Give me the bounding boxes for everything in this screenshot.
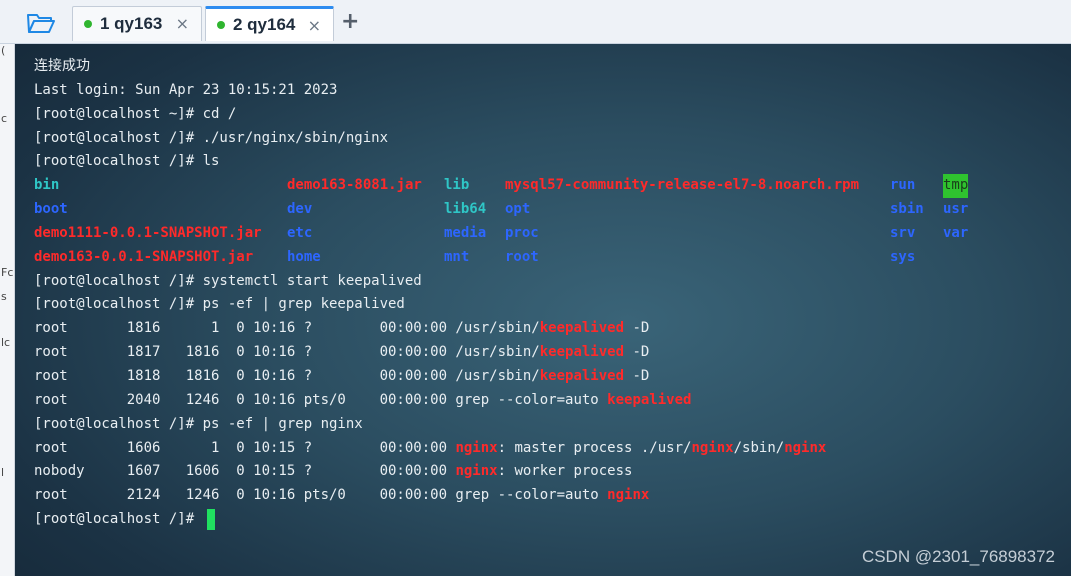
ls-entry: root (505, 248, 539, 265)
ls-row: demo163-0.0.1-SNAPSHOT.jar home mnt root… (34, 246, 915, 270)
sliver-text: lc (1, 336, 11, 349)
grep-match: nginx (784, 439, 827, 456)
ps-text: /sbin/ (733, 439, 785, 456)
ls-row: boot dev lib64 opt sbin usr (34, 198, 968, 222)
ls-entry: home (287, 248, 321, 265)
ls-entry: tmp (943, 174, 969, 199)
ls-entry: proc (505, 224, 539, 241)
ps-text: root 1818 1816 0 10:16 ? 00:00:00 /usr/s… (34, 367, 540, 384)
ps-line: root 1817 1816 0 10:16 ? 00:00:00 /usr/s… (34, 341, 826, 365)
open-folder-button[interactable] (24, 10, 58, 36)
folder-open-icon (27, 14, 55, 33)
terminal-line: [root@localhost ~]# cd / (34, 105, 237, 122)
ls-entry: bin (34, 177, 60, 194)
ls-entry: demo1111-0.0.1-SNAPSHOT.jar (34, 224, 262, 241)
text-cursor (206, 508, 215, 530)
ps-line: nobody 1607 1606 0 10:15 ? 00:00:00 ngin… (34, 460, 826, 484)
ps-text: -D (624, 367, 650, 384)
ls-entry: run (890, 177, 916, 194)
terminal-panel[interactable]: 连接成功 Last login: Sun Apr 23 10:15:21 202… (15, 44, 1071, 576)
terminal-output: 连接成功 Last login: Sun Apr 23 10:15:21 202… (34, 55, 969, 532)
grep-match: keepalived (539, 320, 625, 337)
ls-row: demo1111-0.0.1-SNAPSHOT.jar etc media pr… (34, 222, 968, 246)
terminal-line: [root@localhost /]# ./usr/nginx/sbin/ngi… (34, 129, 389, 146)
ps-text: root 1606 1 0 10:15 ? 00:00:00 (34, 439, 456, 456)
terminal-line: [root@localhost /]# systemctl start keep… (34, 272, 422, 289)
ls-entry: mnt (444, 248, 470, 265)
ls-entry: boot (34, 201, 68, 218)
sliver-text: c (1, 112, 8, 125)
ls-entry: dev (287, 201, 313, 218)
ps-line: root 1818 1816 0 10:16 ? 00:00:00 /usr/s… (34, 365, 826, 389)
ps-line: root 1816 1 0 10:16 ? 00:00:00 /usr/sbin… (34, 317, 826, 341)
sliver-text: ( (1, 44, 6, 57)
sliver-text: Fc (1, 266, 14, 279)
grep-match: keepalived (539, 344, 625, 361)
grep-match: nginx (607, 487, 650, 504)
ps-line: root 2040 1246 0 10:16 pts/0 00:00:00 gr… (34, 389, 826, 413)
ps-text: -D (624, 344, 650, 361)
shell-prompt: [root@localhost /]# (34, 511, 203, 528)
terminal-line: 连接成功 (34, 58, 90, 74)
tab-qy164[interactable]: 2 qy164 × (205, 6, 334, 41)
ls-entry: mysql57-community-release-el7-8.noarch.r… (505, 177, 860, 194)
ps-text: : worker process (497, 463, 633, 480)
connected-status-icon (217, 21, 225, 29)
sliver-text: s (1, 290, 7, 303)
grep-match: nginx (455, 439, 498, 456)
ls-entry: etc (287, 224, 313, 241)
ls-entry: sbin (890, 201, 924, 218)
terminal-line: [root@localhost /]# ps -ef | grep nginx (34, 415, 363, 432)
background-window-edge: ( c Fc s lc l (0, 44, 15, 576)
ps-text: : master process ./usr/ (497, 439, 692, 456)
prompt-line[interactable]: [root@localhost /]# (34, 508, 826, 532)
grep-match: nginx (691, 439, 734, 456)
ls-entry: opt (505, 201, 531, 218)
ps-text: root 1816 1 0 10:16 ? 00:00:00 /usr/sbin… (34, 320, 540, 337)
ls-entry: srv (890, 224, 916, 241)
new-tab-button[interactable]: + (341, 9, 359, 34)
ls-entry: media (444, 224, 487, 241)
ls-entry: demo163-0.0.1-SNAPSHOT.jar (34, 248, 254, 265)
tab-qy163[interactable]: 1 qy163 × (72, 6, 202, 41)
close-icon[interactable]: × (176, 14, 189, 33)
ps-text: nobody 1607 1606 0 10:15 ? 00:00:00 (34, 463, 456, 480)
ps-text: root 2040 1246 0 10:16 pts/0 00:00:00 gr… (34, 391, 608, 408)
ps-line: root 1606 1 0 10:15 ? 00:00:00 nginx: ma… (34, 437, 826, 461)
ls-entry: usr (943, 201, 969, 218)
grep-match: keepalived (607, 391, 692, 408)
ls-entry: lib (444, 177, 470, 194)
ps-text: root 2124 1246 0 10:16 pts/0 00:00:00 gr… (34, 487, 608, 504)
connected-status-icon (84, 20, 92, 28)
ps-text: -D (624, 320, 650, 337)
ls-row: bin demo163-8081.jar lib mysql57-communi… (34, 174, 969, 199)
ls-entry: sys (890, 248, 916, 265)
grep-match: keepalived (539, 367, 625, 384)
ls-entry: lib64 (444, 201, 487, 218)
grep-match: nginx (455, 463, 498, 480)
ls-entry: var (943, 224, 969, 241)
close-icon[interactable]: × (308, 16, 321, 35)
sliver-text: l (1, 466, 5, 479)
tab-bar: 1 qy163 × 2 qy164 × + (0, 0, 1071, 44)
ps-text: root 1817 1816 0 10:16 ? 00:00:00 /usr/s… (34, 344, 540, 361)
tab-label: 1 qy163 (100, 14, 163, 33)
watermark: CSDN @2301_76898372 (861, 547, 1055, 566)
ps-line: root 2124 1246 0 10:16 pts/0 00:00:00 gr… (34, 484, 826, 508)
terminal-line: [root@localhost /]# ps -ef | grep keepal… (34, 296, 405, 313)
ls-entry: demo163-8081.jar (287, 177, 422, 194)
terminal-line: Last login: Sun Apr 23 10:15:21 2023 (34, 81, 338, 98)
terminal-line: [root@localhost /]# ls (34, 153, 220, 170)
tab-label: 2 qy164 (233, 15, 296, 34)
